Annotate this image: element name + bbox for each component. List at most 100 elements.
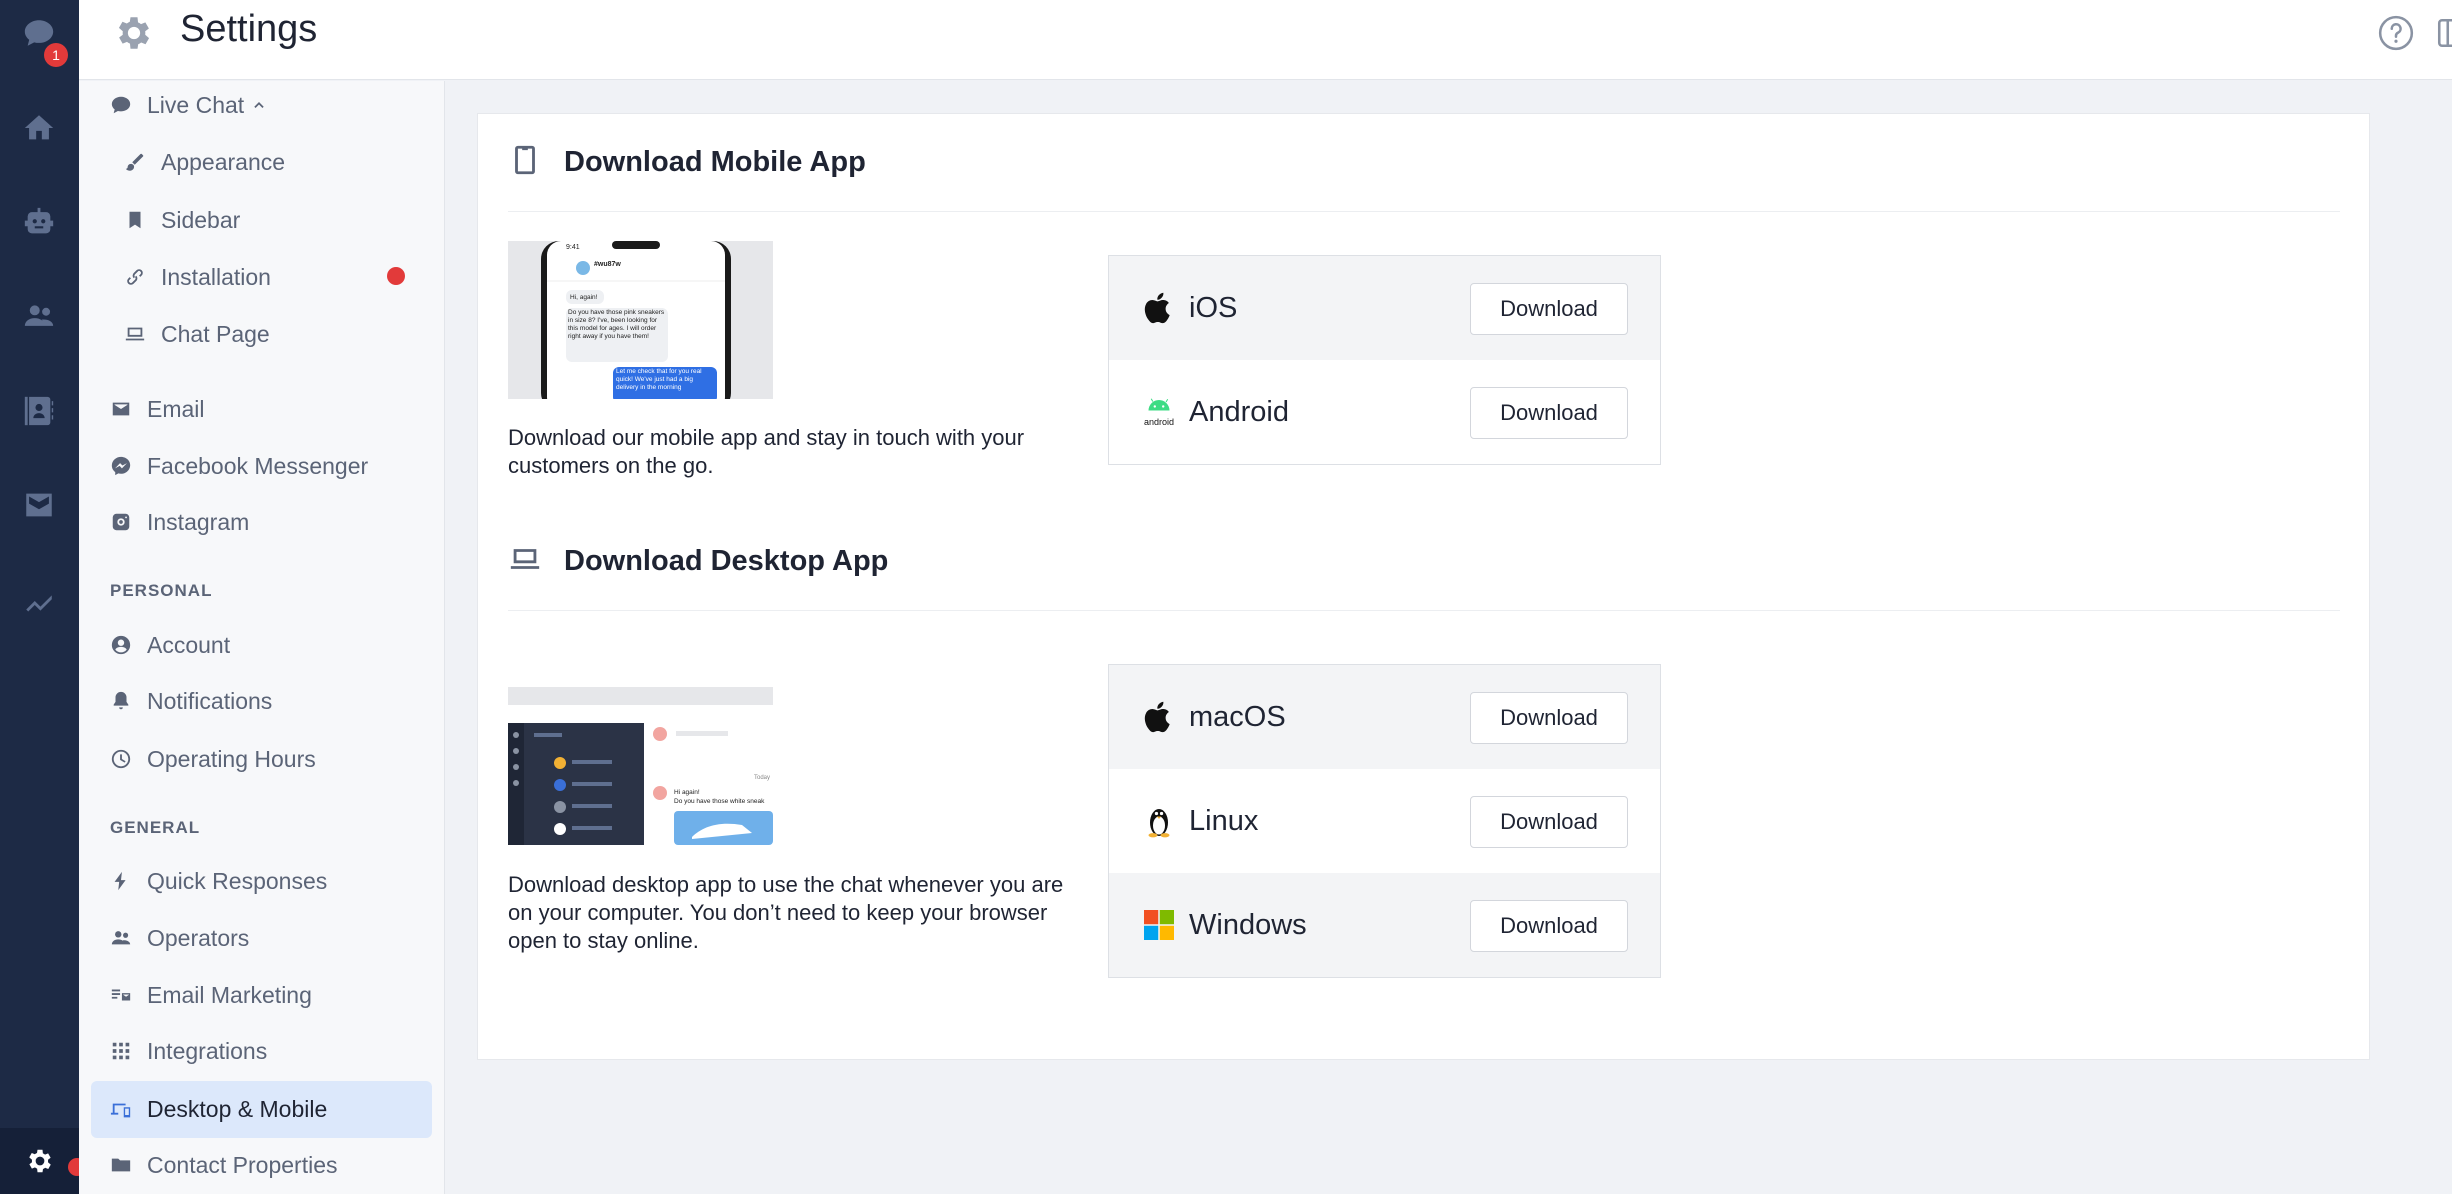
mobile-platform-list: iOS Download android Android Download <box>1108 255 1661 465</box>
phone-contact-name: #wu87w <box>594 261 621 268</box>
platform-row-android: android Android Download <box>1109 360 1660 464</box>
sidebar-item-label: Notifications <box>147 687 273 714</box>
desktop-section-header: Download Desktop App <box>508 542 888 581</box>
personal-section-caption: PERSONAL <box>110 581 213 600</box>
phone-bubble-1: Hi, again! <box>570 294 598 301</box>
windows-logo-icon <box>1141 907 1177 943</box>
grid-icon <box>109 1039 133 1063</box>
platform-name: Linux <box>1189 804 1259 837</box>
bookmark-icon <box>123 208 147 232</box>
sidebar-item-label: Sidebar <box>161 206 241 233</box>
desktop-app-preview: Today Hi again! Do you have those white … <box>508 687 773 845</box>
brush-icon <box>123 150 147 174</box>
address-book-icon[interactable] <box>14 386 64 436</box>
sidebar-item-operators[interactable]: Operators <box>109 915 249 961</box>
chevron-up-icon <box>254 102 264 108</box>
sidebar-item-label: Quick Responses <box>147 867 328 894</box>
sidebar-item-contact-properties[interactable]: Contact Properties <box>109 1142 337 1188</box>
desktop-preview-msg-2: Do you have those white sneak <box>674 798 765 805</box>
general-section-caption: GENERAL <box>110 818 201 837</box>
download-linux-button[interactable]: Download <box>1470 796 1628 848</box>
apple-icon <box>1141 290 1177 326</box>
sidebar-item-label: Email <box>147 395 205 422</box>
sidebar-item-appearance[interactable]: Appearance <box>123 139 285 185</box>
sidebar-item-label: Account <box>147 631 231 658</box>
settings-sidebar: Live Chat Appearance Sidebar Installatio… <box>79 81 445 1194</box>
download-macos-button[interactable]: Download <box>1470 692 1628 744</box>
sidebar-item-label: Appearance <box>161 148 286 175</box>
apple-icon <box>1141 699 1177 735</box>
user-circle-icon <box>109 633 133 657</box>
app-rail: 1 <box>0 0 86 1194</box>
sidebar-item-label: Chat Page <box>161 320 270 347</box>
sidebar-item-label: Integrations <box>147 1037 268 1064</box>
sidebar-item-quick-responses[interactable]: Quick Responses <box>109 858 327 904</box>
settings-icon <box>28 1149 51 1173</box>
sidebar-item-label: Operators <box>147 924 250 951</box>
platform-row-linux: Linux Download <box>1109 769 1660 873</box>
desktop-description: Download desktop app to use the chat whe… <box>508 872 1064 953</box>
sidebar-item-label: Desktop & Mobile <box>147 1096 328 1122</box>
laptop-icon <box>508 542 542 581</box>
people-icon <box>109 926 133 950</box>
download-ios-button[interactable]: Download <box>1470 283 1628 335</box>
mobile-app-preview: 9:41 #wu87w Hi, again! Do you have those… <box>508 241 773 399</box>
sidebar-item-operating-hours[interactable]: Operating Hours <box>109 736 316 782</box>
phone-bubble-3: Let me check that for you real quick! We… <box>616 368 702 391</box>
lightning-icon <box>109 869 133 893</box>
devices-icon <box>109 1098 133 1122</box>
link-icon <box>123 265 147 289</box>
sidebar-item-label: Live Chat <box>147 91 245 118</box>
android-icon: android <box>1141 394 1177 430</box>
tux-penguin-icon <box>1141 803 1177 839</box>
mobile-section-header: Download Mobile App <box>508 143 866 182</box>
download-windows-button[interactable]: Download <box>1470 900 1628 952</box>
sidebar-item-label: Installation <box>161 263 271 290</box>
inbox-icon[interactable] <box>14 480 64 530</box>
installation-alert-dot <box>387 267 405 285</box>
bot-icon[interactable] <box>14 197 64 247</box>
messenger-icon <box>109 454 133 478</box>
sidebar-item-email[interactable]: Email <box>109 386 205 432</box>
download-android-button[interactable]: Download <box>1470 387 1628 439</box>
sidebar-item-installation[interactable]: Installation <box>123 254 271 300</box>
mobile-section-title: Download Mobile App <box>564 146 866 178</box>
settings-rail-button[interactable] <box>0 1128 79 1194</box>
desktop-section-title: Download Desktop App <box>564 545 889 577</box>
platform-row-macos: macOS Download <box>1109 665 1660 769</box>
platform-name: Android <box>1189 395 1289 428</box>
sidebar-item-email-marketing[interactable]: Email Marketing <box>109 972 312 1018</box>
divider <box>508 211 2340 212</box>
sidebar-item-notifications[interactable]: Notifications <box>109 678 272 724</box>
sidebar-item-label: Operating Hours <box>147 745 316 772</box>
sidebar-item-desktop-mobile[interactable]: Desktop & Mobile <box>91 1081 432 1138</box>
platform-row-windows: Windows Download <box>1109 873 1660 977</box>
sidebar-item-facebook-messenger[interactable]: Facebook Messenger <box>109 443 368 489</box>
sidebar-item-chat-page[interactable]: Chat Page <box>123 311 270 357</box>
contacts-icon[interactable] <box>14 291 64 341</box>
sidebar-item-label: Facebook Messenger <box>147 452 369 479</box>
analytics-icon[interactable] <box>14 576 64 626</box>
smartphone-icon <box>508 143 542 182</box>
page-header: Settings <box>79 0 2452 80</box>
instagram-icon <box>109 510 133 534</box>
panel-toggle-icon[interactable] <box>2435 16 2452 50</box>
desktop-preview-date: Today <box>754 775 770 781</box>
mail-lines-icon <box>109 983 133 1007</box>
phone-time: 9:41 <box>566 244 580 251</box>
unread-badge: 1 <box>44 43 68 67</box>
sidebar-item-account[interactable]: Account <box>109 622 230 668</box>
platform-row-ios: iOS Download <box>1109 256 1660 360</box>
home-icon[interactable] <box>14 103 64 153</box>
android-wordmark: android <box>1144 417 1174 427</box>
sidebar-item-live-chat[interactable]: Live Chat <box>109 82 266 128</box>
sidebar-item-integrations[interactable]: Integrations <box>109 1028 267 1074</box>
folder-icon <box>109 1153 133 1177</box>
sidebar-item-sidebar[interactable]: Sidebar <box>123 197 240 243</box>
bell-icon <box>109 689 133 713</box>
sidebar-item-instagram[interactable]: Instagram <box>109 499 249 545</box>
help-icon[interactable] <box>2377 14 2415 52</box>
sidebar-item-label: Instagram <box>147 508 250 535</box>
laptop-icon <box>123 322 147 346</box>
sidebar-item-label: Email Marketing <box>147 981 312 1008</box>
